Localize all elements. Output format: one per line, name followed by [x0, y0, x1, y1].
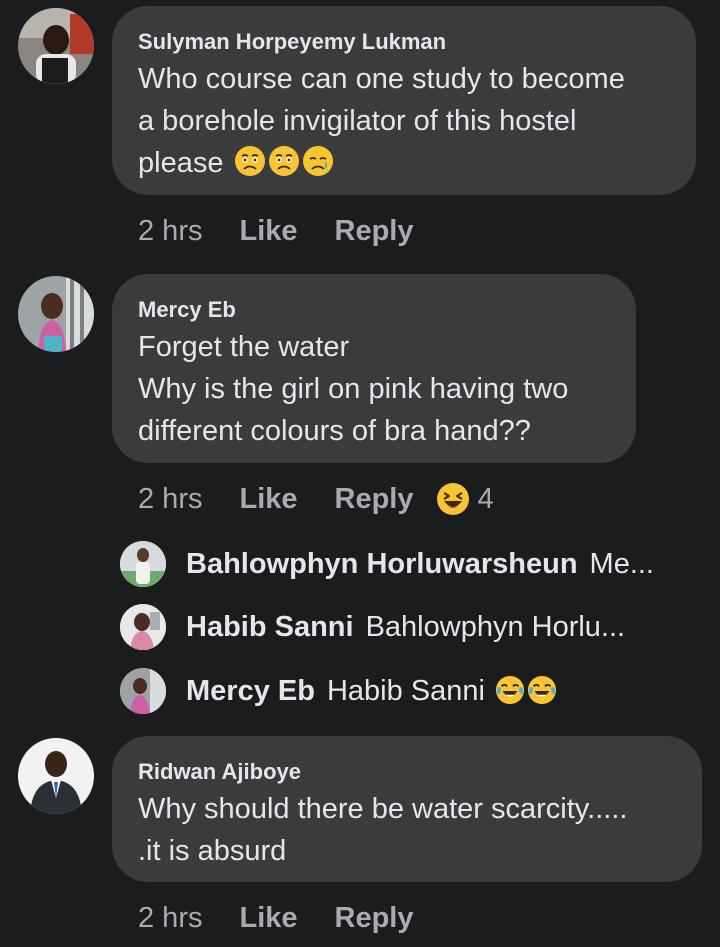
reply-author[interactable]: Mercy Eb [186, 675, 315, 708]
reply-author[interactable]: Bahlowphyn Horluwarsheun [186, 548, 578, 581]
comment-bubble: Sulyman Horpeyemy Lukman Who course can … [112, 6, 696, 195]
comment-text-line: .it is absurd [138, 835, 287, 867]
avatar[interactable] [120, 541, 166, 587]
reply-text: Bahlowphyn Horlu... [365, 610, 626, 643]
comment-bubble: Mercy Eb Forget the water Why is the gir… [112, 274, 636, 463]
comment-thread: Sulyman Horpeyemy Lukman Who course can … [0, 0, 720, 947]
reply-preview[interactable]: Bahlowphyn Horluwarsheun Me... [120, 541, 654, 587]
reply-preview[interactable]: Mercy Eb Habib Sanni [120, 668, 557, 714]
comment-text-line: Why should there be water scarcity..... [138, 793, 628, 825]
comment-text-line: a borehole invigilator of this hostel [138, 105, 577, 137]
reaction-count: 4 [477, 483, 494, 515]
comment-text: Forget the water Why is the girl on pink… [138, 326, 610, 452]
reply-author[interactable]: Habib Sanni [186, 611, 354, 644]
comment-time[interactable]: 2 hrs [138, 481, 202, 517]
comment-actions: 2 hrs Like Reply 4 [138, 481, 494, 517]
reply-preview[interactable]: Habib Sanni Bahlowphyn Horlu... [120, 604, 625, 650]
crying-face-emoji [302, 145, 334, 177]
comment-text: Why should there be water scarcity..... … [138, 788, 676, 872]
comment-text-line: different colours of bra hand?? [138, 415, 531, 447]
laughing-face-emoji [436, 482, 470, 516]
comment-author[interactable]: Sulyman Horpeyemy Lukman [138, 28, 670, 56]
comment-text-line: Forget the water [138, 331, 350, 363]
tears-of-joy-emoji [527, 675, 557, 705]
reply-button[interactable]: Reply [335, 900, 414, 936]
comment-text-line: Why is the girl on pink having two [138, 373, 569, 405]
avatar[interactable] [18, 738, 94, 814]
reply-button[interactable]: Reply [335, 213, 414, 249]
comment-actions: 2 hrs Like Reply [138, 213, 451, 249]
avatar[interactable] [120, 604, 166, 650]
like-button[interactable]: Like [239, 213, 297, 249]
avatar[interactable] [120, 668, 166, 714]
anxious-face-emoji [268, 145, 300, 177]
comment-text-line: Who course can one study to become [138, 63, 625, 95]
like-button[interactable]: Like [239, 900, 297, 936]
comment-time[interactable]: 2 hrs [138, 900, 202, 936]
like-button[interactable]: Like [239, 481, 297, 517]
reply-text: Me... [589, 547, 654, 580]
avatar[interactable] [18, 276, 94, 352]
reply-button[interactable]: Reply [335, 481, 414, 517]
comment-bubble: Ridwan Ajiboye Why should there be water… [112, 736, 702, 882]
reaction-summary[interactable]: 4 [434, 481, 494, 517]
avatar[interactable] [18, 8, 94, 84]
anxious-face-emoji [234, 145, 266, 177]
comment-author[interactable]: Ridwan Ajiboye [138, 758, 676, 786]
comment-time[interactable]: 2 hrs [138, 213, 202, 249]
comment-text: Who course can one study to become a bor… [138, 58, 670, 184]
comment-actions: 2 hrs Like Reply [138, 900, 451, 936]
tears-of-joy-emoji [495, 675, 525, 705]
reply-text-content: Habib Sanni [326, 674, 485, 707]
comment-text-line: please [138, 147, 224, 179]
comment-author[interactable]: Mercy Eb [138, 296, 610, 324]
reply-text: Habib Sanni [327, 675, 557, 708]
